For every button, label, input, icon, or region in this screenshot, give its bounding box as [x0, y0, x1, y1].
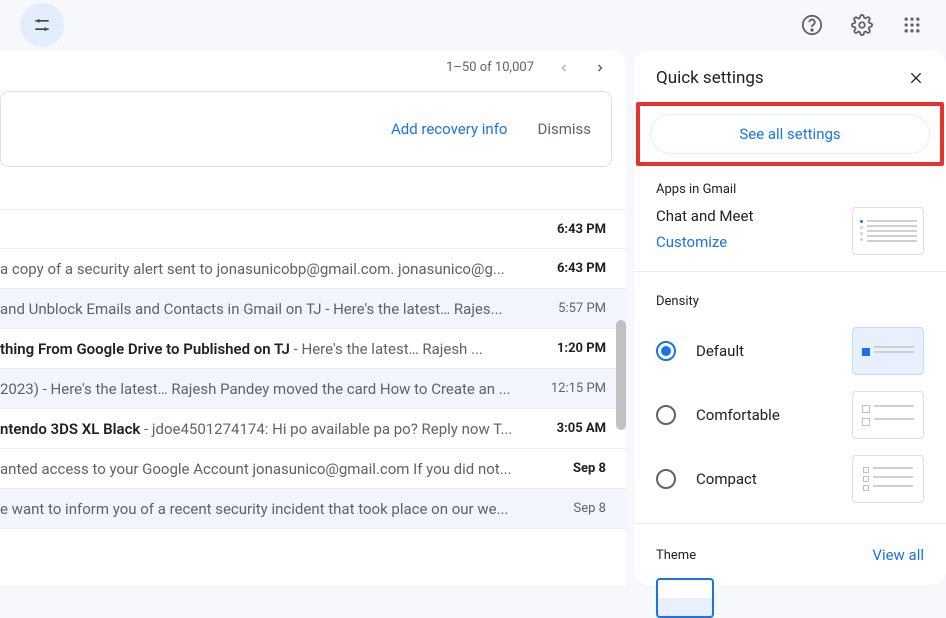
email-text: thing From Google Drive to Published on …	[0, 340, 536, 358]
apps-grid-icon	[902, 15, 922, 35]
pagination-text: 1–50 of 10,007	[446, 60, 534, 75]
see-all-settings-button[interactable]: See all settings	[650, 114, 930, 154]
radio-button[interactable]	[656, 341, 676, 361]
add-recovery-link[interactable]: Add recovery info	[391, 120, 507, 138]
chat-meet-group: Chat and Meet Customize	[656, 207, 753, 251]
email-text: 2023) - Here's the latest… Rajesh Pandey…	[0, 380, 536, 398]
chevron-left-icon	[558, 62, 570, 74]
help-button[interactable]	[794, 7, 830, 43]
radio-button[interactable]	[656, 469, 676, 489]
help-icon	[801, 14, 823, 36]
email-text: e want to inform you of a recent securit…	[0, 500, 536, 518]
prev-page-button[interactable]	[558, 62, 570, 74]
density-radio-label[interactable]: Compact	[656, 469, 757, 489]
email-row[interactable]: 6:43 PM	[0, 209, 626, 249]
apps-row: Chat and Meet Customize	[634, 207, 946, 271]
email-text: a copy of a security alert sent to jonas…	[0, 260, 536, 278]
email-row[interactable]: anted access to your Google Account jona…	[0, 449, 626, 489]
close-panel-button[interactable]	[908, 70, 924, 86]
gear-icon	[851, 14, 873, 36]
density-label: Compact	[696, 470, 757, 488]
next-page-button[interactable]	[594, 62, 606, 74]
apps-section-title: Apps in Gmail	[634, 176, 946, 207]
theme-thumbnail[interactable]	[656, 578, 714, 618]
header-right	[794, 7, 936, 43]
highlight-box: See all settings	[636, 102, 944, 166]
theme-row: Theme View all	[634, 540, 946, 574]
settings-button[interactable]	[844, 7, 880, 43]
email-text: anted access to your Google Account jona…	[0, 460, 536, 478]
main: 1–50 of 10,007 Add recovery info Dismiss…	[0, 50, 946, 585]
panel-header: Quick settings	[634, 50, 946, 102]
density-section-title: Density	[634, 288, 946, 319]
density-label: Comfortable	[696, 406, 780, 424]
email-time: 12:15 PM	[536, 381, 606, 396]
quick-settings-panel: Quick settings See all settings Apps in …	[634, 50, 946, 585]
tune-icon	[32, 15, 52, 35]
email-row[interactable]: 2023) - Here's the latest… Rajesh Pandey…	[0, 369, 626, 409]
density-preview[interactable]	[852, 455, 924, 503]
divider	[634, 271, 946, 272]
email-row[interactable]: and Unblock Emails and Contacts in Gmail…	[0, 289, 626, 329]
email-text: ntendo 3DS XL Black - jdoe4501274174: Hi…	[0, 420, 536, 438]
radio-button[interactable]	[656, 405, 676, 425]
dismiss-link[interactable]: Dismiss	[537, 120, 591, 138]
email-time: 6:43 PM	[536, 222, 606, 237]
email-row[interactable]: e want to inform you of a recent securit…	[0, 489, 626, 529]
email-time: Sep 8	[536, 461, 606, 476]
email-text: and Unblock Emails and Contacts in Gmail…	[0, 300, 536, 318]
chevron-right-icon	[594, 62, 606, 74]
view-all-themes-link[interactable]: View all	[872, 546, 924, 564]
recovery-banner: Add recovery info Dismiss	[0, 91, 612, 167]
email-list: 6:43 PMa copy of a security alert sent t…	[0, 209, 626, 529]
apps-button[interactable]	[894, 7, 930, 43]
email-row[interactable]: ntendo 3DS XL Black - jdoe4501274174: Hi…	[0, 409, 626, 449]
email-row[interactable]: thing From Google Drive to Published on …	[0, 329, 626, 369]
email-time: 3:05 AM	[536, 421, 606, 436]
density-preview[interactable]	[852, 391, 924, 439]
toolbar: 1–50 of 10,007	[0, 50, 626, 85]
email-time: Sep 8	[536, 501, 606, 516]
inbox-content: 1–50 of 10,007 Add recovery info Dismiss…	[0, 50, 626, 585]
chat-meet-preview	[852, 207, 924, 255]
close-icon	[908, 70, 924, 86]
density-option: Comfortable	[634, 383, 946, 447]
scrollbar-thumb[interactable]	[616, 320, 626, 430]
density-list: Default Comfortable Compact	[634, 319, 946, 511]
email-row[interactable]: a copy of a security alert sent to jonas…	[0, 249, 626, 289]
density-radio-label[interactable]: Default	[656, 341, 744, 361]
tune-button[interactable]	[20, 3, 64, 47]
customize-link[interactable]: Customize	[656, 233, 753, 251]
divider	[634, 523, 946, 524]
chat-meet-label: Chat and Meet	[656, 207, 753, 225]
email-time: 6:43 PM	[536, 261, 606, 276]
nav-arrows	[558, 62, 606, 74]
email-time: 5:57 PM	[536, 301, 606, 316]
density-option: Compact	[634, 447, 946, 511]
density-radio-label[interactable]: Comfortable	[656, 405, 780, 425]
header-left	[10, 3, 64, 47]
density-preview[interactable]	[852, 327, 924, 375]
theme-section-title: Theme	[656, 548, 696, 563]
density-option: Default	[634, 319, 946, 383]
header	[0, 0, 946, 50]
panel-title: Quick settings	[656, 68, 764, 88]
email-time: 1:20 PM	[536, 341, 606, 356]
density-label: Default	[696, 342, 744, 360]
